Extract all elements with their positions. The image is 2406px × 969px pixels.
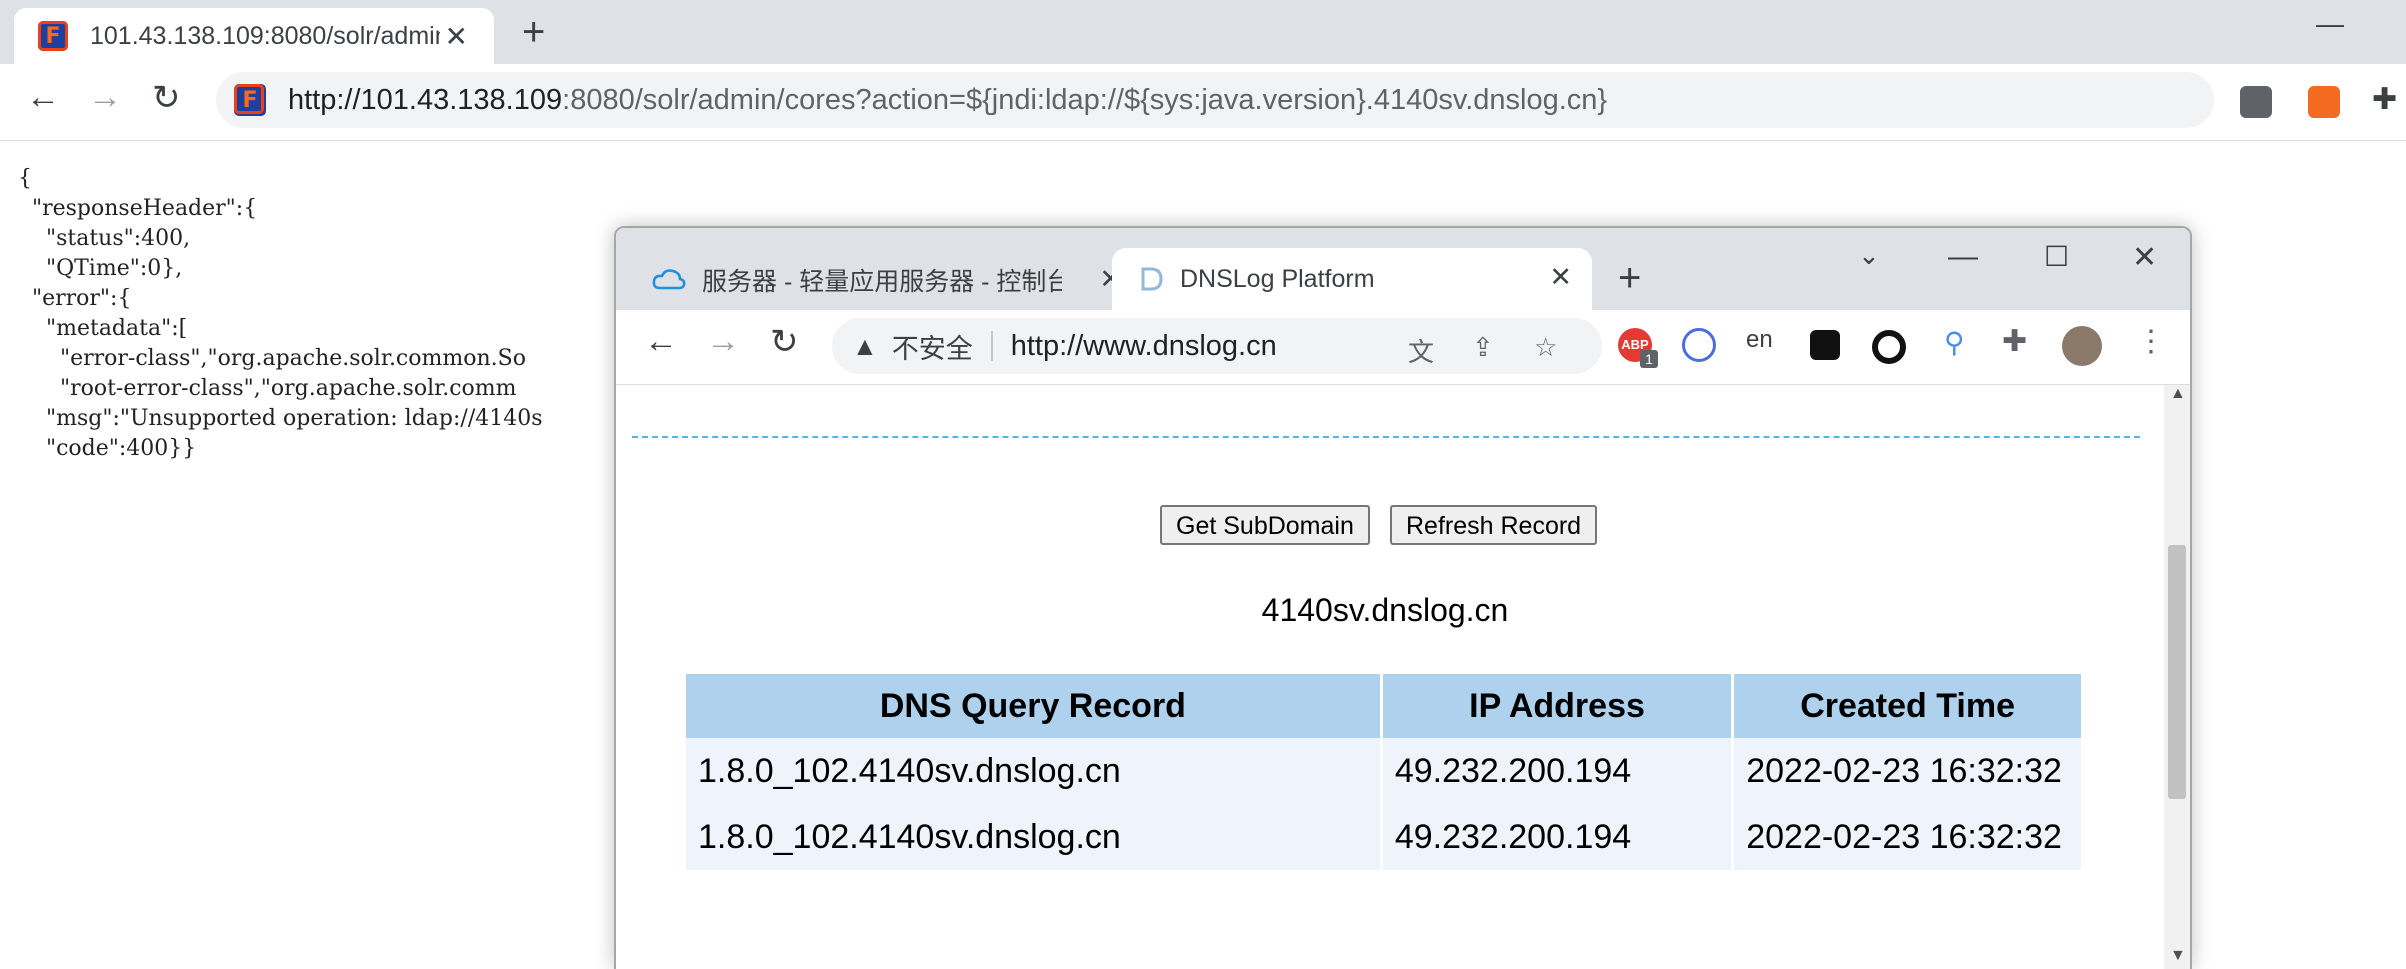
background-tab-title: 101.43.138.109:8080/solr/admin/cores?act… bbox=[90, 21, 440, 50]
foreground-toolbar: ← → ↻ ▲ 不安全 http://www.dnslog.cn 文 ⇪ ☆ A… bbox=[616, 310, 2190, 385]
omnibox-divider bbox=[990, 331, 993, 361]
column-header: DNS Query Record bbox=[686, 674, 1383, 738]
refresh-record-button[interactable]: Refresh Record bbox=[1390, 505, 1598, 545]
foreground-address-bar[interactable]: ▲ 不安全 http://www.dnslog.cn 文 ⇪ ☆ bbox=[832, 318, 1602, 374]
dns-query-cell: 1.8.0_102.4140sv.dnslog.cn bbox=[686, 804, 1383, 870]
minimize-icon[interactable]: — bbox=[1948, 240, 1978, 274]
menu-kebab-icon[interactable]: ⋮ bbox=[2136, 324, 2166, 359]
todo-check-extension-icon[interactable] bbox=[1682, 328, 1716, 362]
background-toolbar: ← → ↻ F http://101.43.138.109:8080/solr/… bbox=[0, 64, 2406, 141]
reload-icon[interactable]: ↻ bbox=[770, 322, 799, 362]
new-tab-button[interactable]: + bbox=[522, 10, 545, 55]
foreground-tabstrip: 服务器 - 轻量应用服务器 - 控制台 ✕ DNSLog Platform ✕ … bbox=[616, 228, 2190, 310]
minimize-button[interactable]: — bbox=[2316, 8, 2344, 40]
created-time-cell: 2022-02-23 16:32:32 bbox=[1732, 738, 2084, 804]
new-tab-button[interactable]: + bbox=[1618, 256, 1641, 301]
extension-book-icon[interactable] bbox=[2240, 86, 2272, 118]
profile-avatar[interactable] bbox=[2062, 326, 2102, 366]
tab-tencent-cloud[interactable]: 服务器 - 轻量应用服务器 - 控制台 ✕ bbox=[640, 250, 1122, 310]
extensions-puzzle-icon[interactable]: ✚ bbox=[2372, 82, 2406, 116]
tab-search-chevron-icon[interactable]: ⌄ bbox=[1858, 240, 1880, 271]
tab-dnslog-title: DNSLog Platform bbox=[1180, 264, 1375, 293]
created-time-cell: 2022-02-23 16:32:32 bbox=[1732, 804, 2084, 870]
extension-bolt-icon[interactable] bbox=[2308, 86, 2340, 118]
back-arrow-icon[interactable]: ← bbox=[26, 78, 60, 117]
cloud-icon bbox=[652, 269, 686, 290]
background-tabstrip: F 101.43.138.109:8080/solr/admin/cores?a… bbox=[0, 0, 2406, 64]
close-tab-icon[interactable]: ✕ bbox=[445, 20, 468, 53]
dark-mode-extension-icon[interactable] bbox=[1810, 330, 1840, 360]
extensions-puzzle-icon[interactable]: ✚ bbox=[2002, 324, 2027, 359]
close-tab-icon[interactable]: ✕ bbox=[1549, 262, 1572, 293]
background-active-tab[interactable]: F 101.43.138.109:8080/solr/admin/cores?a… bbox=[14, 8, 494, 64]
solr-favicon-icon: F bbox=[38, 21, 68, 51]
background-url[interactable]: http://101.43.138.109:8080/solr/admin/co… bbox=[288, 84, 1607, 117]
forward-arrow-icon[interactable]: → bbox=[706, 322, 740, 361]
scroll-up-arrow-icon[interactable]: ▲ bbox=[2170, 385, 2186, 403]
close-window-icon[interactable]: ✕ bbox=[2132, 240, 2157, 275]
translate-en-extension-icon[interactable]: en bbox=[1746, 326, 1773, 354]
forward-arrow-icon[interactable]: → bbox=[88, 78, 122, 117]
record-extension-icon[interactable] bbox=[1872, 330, 1906, 364]
tab-tencent-title: 服务器 - 轻量应用服务器 - 控制台 bbox=[702, 268, 1062, 296]
adblock-badge: 1 bbox=[1640, 350, 1658, 368]
translate-icon[interactable]: 文 bbox=[1408, 332, 1434, 369]
tab-dnslog[interactable]: DNSLog Platform ✕ bbox=[1112, 248, 1592, 310]
table-row: 1.8.0_102.4140sv.dnslog.cn 49.232.200.19… bbox=[686, 804, 2084, 870]
maximize-icon[interactable]: ☐ bbox=[2044, 240, 2069, 273]
foreground-url[interactable]: http://www.dnslog.cn bbox=[1011, 330, 1277, 363]
background-address-bar[interactable]: F http://101.43.138.109:8080/solr/admin/… bbox=[216, 72, 2214, 128]
scrollbar-thumb[interactable] bbox=[2168, 545, 2186, 799]
share-icon[interactable]: ⇪ bbox=[1472, 332, 1494, 363]
dns-query-cell: 1.8.0_102.4140sv.dnslog.cn bbox=[686, 738, 1383, 804]
reload-icon[interactable]: ↻ bbox=[152, 78, 181, 118]
bookmark-star-icon[interactable]: ☆ bbox=[1534, 332, 1557, 363]
column-header: IP Address bbox=[1381, 674, 1735, 738]
ip-address-cell: 49.232.200.194 bbox=[1381, 738, 1735, 804]
solr-json-response: { "responseHeader":{ "status":400, "QTim… bbox=[18, 166, 543, 461]
warning-triangle-icon: ▲ bbox=[852, 330, 878, 361]
get-subdomain-button[interactable]: Get SubDomain bbox=[1160, 505, 1370, 545]
subdomain-text: 4140sv.dnslog.cn bbox=[1261, 592, 1509, 628]
table-row: 1.8.0_102.4140sv.dnslog.cn 49.232.200.19… bbox=[686, 738, 2084, 804]
back-arrow-icon[interactable]: ← bbox=[644, 322, 678, 361]
dashed-divider bbox=[632, 436, 2140, 438]
dns-record-table: DNS Query Record IP Address Created Time… bbox=[686, 674, 2084, 870]
location-pin-extension-icon[interactable]: ⚲ bbox=[1944, 326, 1965, 359]
ip-address-cell: 49.232.200.194 bbox=[1381, 804, 1735, 870]
scroll-down-arrow-icon[interactable]: ▼ bbox=[2170, 947, 2186, 965]
column-header: Created Time bbox=[1732, 674, 2084, 738]
vertical-scrollbar[interactable]: ▲ ▼ bbox=[2164, 385, 2190, 969]
not-secure-label[interactable]: 不安全 bbox=[892, 327, 973, 366]
table-header-row: DNS Query Record IP Address Created Time bbox=[686, 674, 2084, 738]
site-favicon-icon: F bbox=[234, 84, 266, 116]
dnslog-favicon-icon bbox=[1141, 267, 1163, 291]
